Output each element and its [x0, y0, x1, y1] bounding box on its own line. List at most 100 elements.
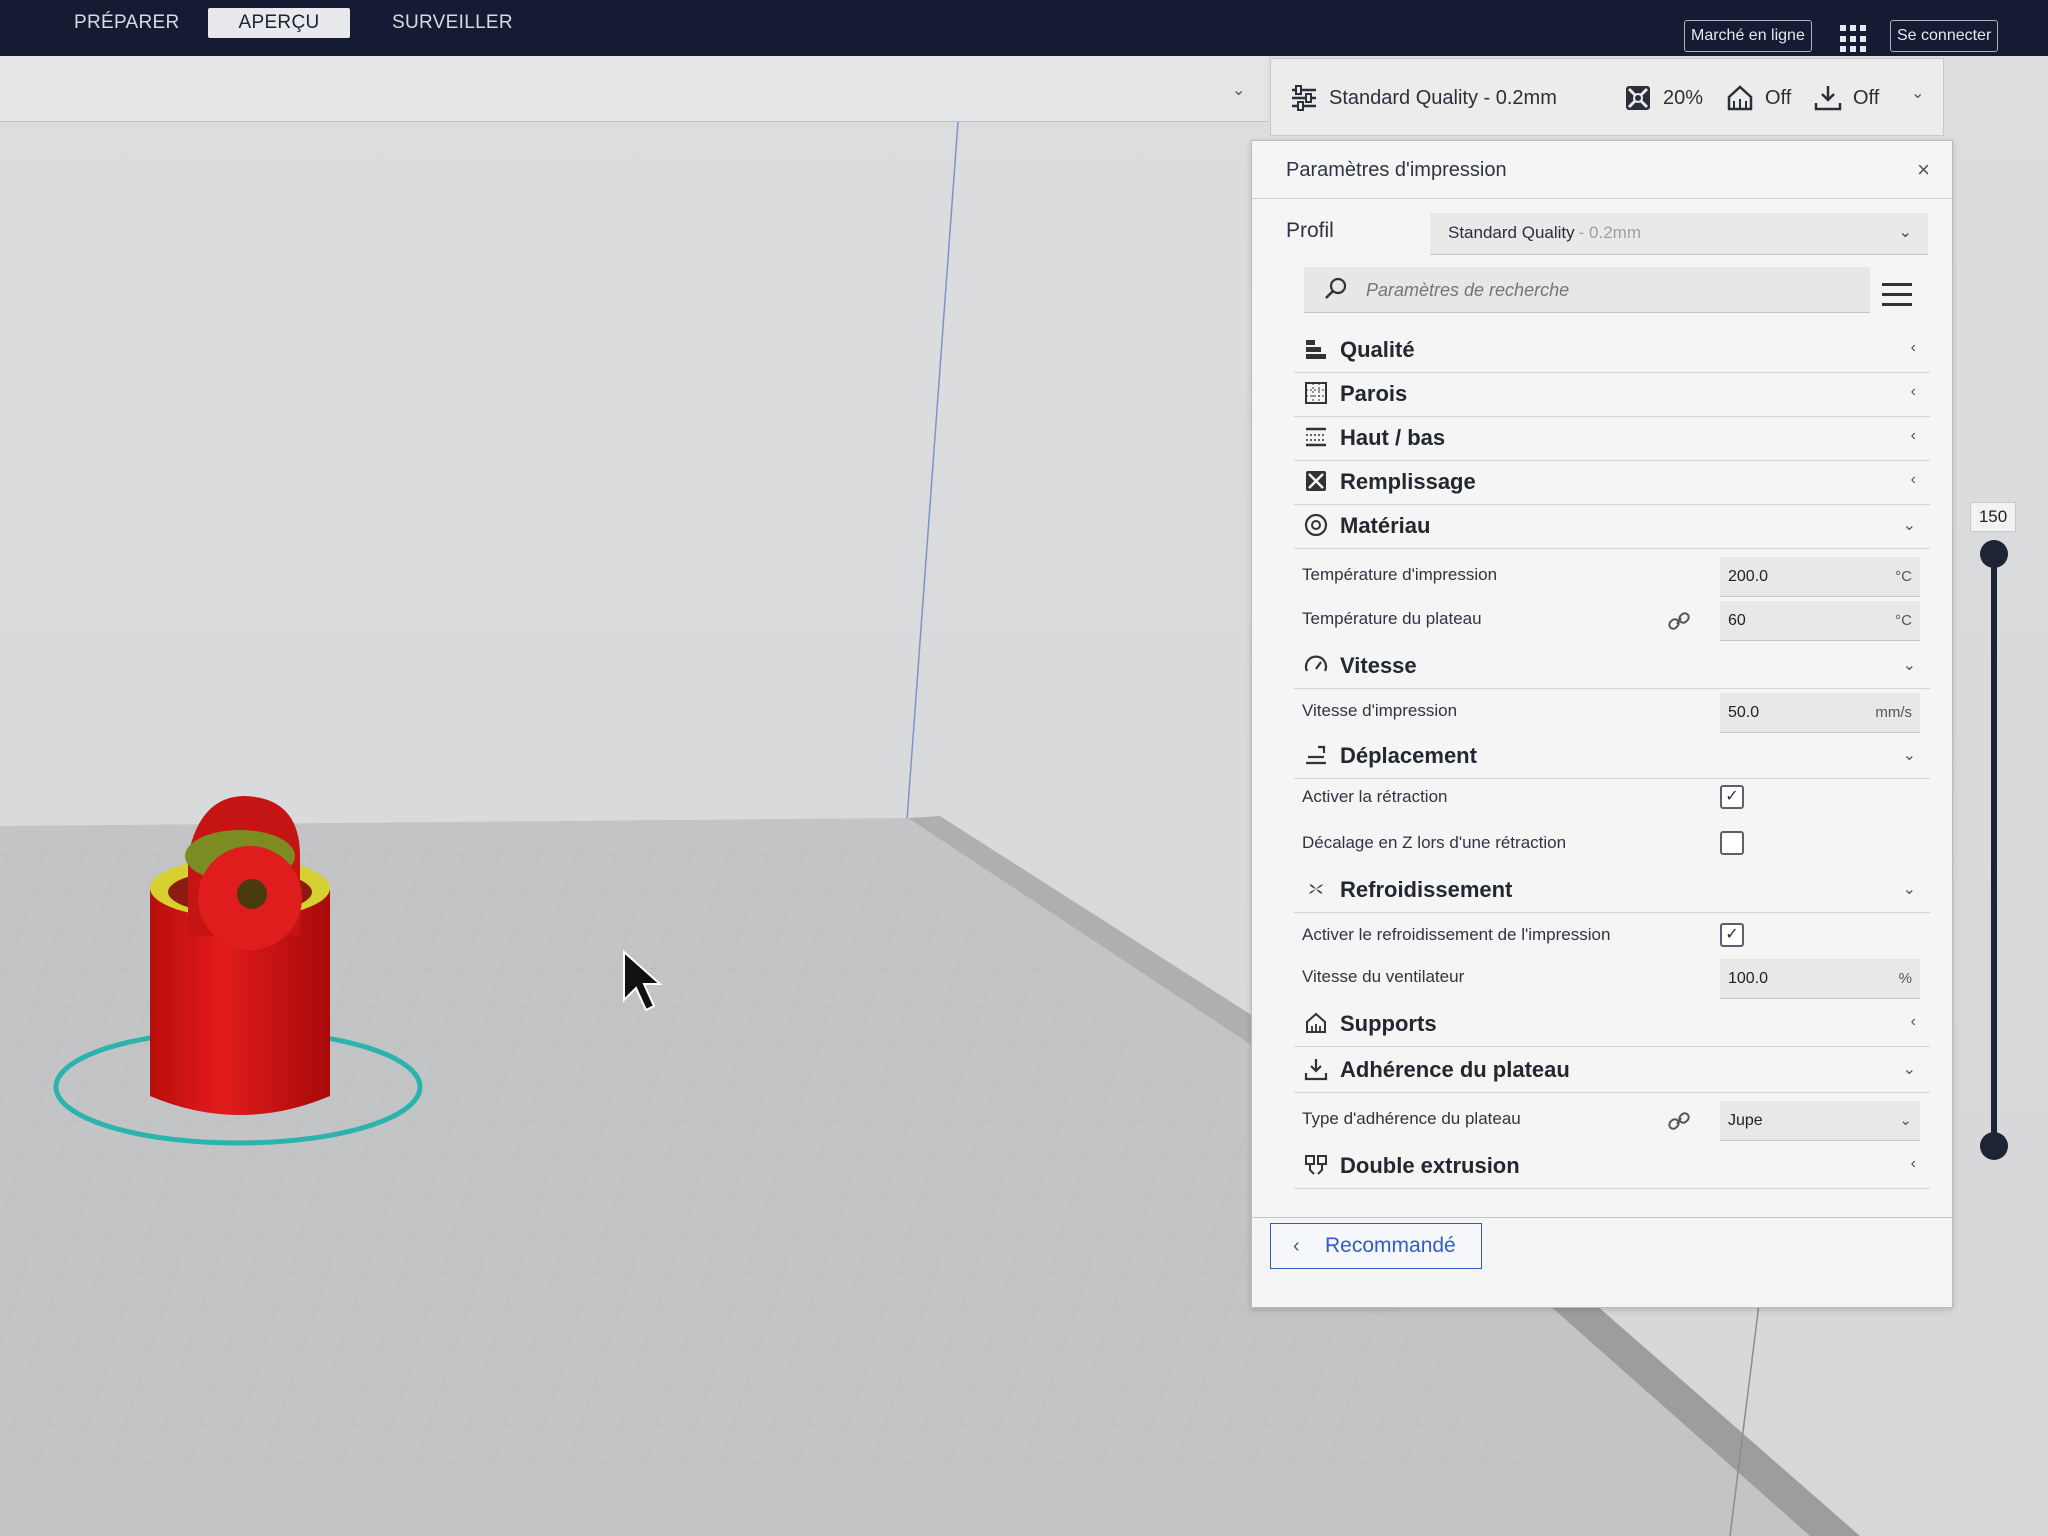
layer-slider-track[interactable]: [1991, 552, 1997, 1152]
tab-prepare[interactable]: PRÉPARER: [58, 8, 196, 38]
section-adhesion[interactable]: Adhérence du plateau ⌄: [1294, 1049, 1930, 1093]
setting-adhesion-type: Type d'adhérence du plateau Jupe ⌄: [1302, 1101, 1930, 1141]
recommended-button[interactable]: ‹ Recommandé: [1270, 1223, 1482, 1269]
chevron-down-icon[interactable]: ⌄: [1232, 80, 1245, 100]
cooling-icon: [1309, 884, 1323, 894]
section-title: Adhérence du plateau: [1340, 1057, 1570, 1082]
setting-z-hop: Décalage en Z lors d'une rétraction: [1302, 825, 1930, 865]
walls-icon: [1305, 382, 1327, 404]
profile-value: Standard Quality: [1448, 223, 1575, 242]
z-hop-checkbox[interactable]: [1720, 831, 1744, 855]
print-setup-bar[interactable]: Standard Quality - 0.2mm 20% Off Off ⌄: [1270, 58, 1944, 136]
search-icon: [1325, 277, 1347, 299]
object-toolbar: [0, 56, 1268, 122]
bed-temperature-field[interactable]: 60 °C: [1720, 601, 1920, 641]
panel-title: Paramètres d'impression: [1286, 159, 1507, 181]
section-title: Supports: [1340, 1011, 1437, 1036]
chevron-left-icon: ‹: [1910, 339, 1916, 356]
top-bottom-icon: [1306, 427, 1326, 447]
setting-label: Activer la rétraction: [1302, 787, 1448, 806]
settings-sliders-icon: [1292, 85, 1316, 111]
travel-icon: [1306, 745, 1326, 765]
setting-label: Température d'impression: [1302, 565, 1498, 584]
profile-sub: - 0.2mm: [1578, 223, 1641, 242]
search-field[interactable]: [1304, 267, 1870, 313]
section-support[interactable]: Supports ‹: [1294, 1003, 1930, 1047]
section-infill[interactable]: Remplissage ‹: [1294, 461, 1930, 505]
adhesion-value: Off: [1853, 86, 1880, 109]
menu-icon[interactable]: [1882, 283, 1912, 309]
retraction-checkbox[interactable]: ✓: [1720, 785, 1744, 809]
tab-preview[interactable]: APERÇU: [208, 8, 350, 38]
chevron-left-icon: ‹: [1910, 1155, 1916, 1172]
section-speed[interactable]: Vitesse ⌄: [1294, 645, 1930, 689]
field-value: 200.0: [1728, 568, 1769, 585]
chevron-down-icon: ⌄: [1902, 657, 1916, 674]
section-title: Qualité: [1340, 337, 1415, 362]
chevron-down-icon: ⌄: [1898, 224, 1912, 241]
chevron-down-icon: ⌄: [1899, 1112, 1912, 1129]
field-unit: %: [1898, 970, 1912, 987]
field-value: Jupe: [1728, 1112, 1763, 1129]
chevron-down-icon: ⌄: [1902, 747, 1916, 764]
setting-label: Température du plateau: [1302, 609, 1482, 628]
section-title: Parois: [1340, 381, 1408, 406]
print-temperature-field[interactable]: 200.0 °C: [1720, 557, 1920, 597]
field-value: 100.0: [1728, 970, 1769, 987]
support-icon: [1306, 1012, 1326, 1033]
chevron-down-icon: ⌄: [1902, 517, 1916, 534]
setting-label: Type d'adhérence du plateau: [1302, 1109, 1521, 1128]
setting-label: Activer le refroidissement de l'impressi…: [1302, 925, 1611, 944]
adhesion-icon: [1304, 1059, 1328, 1081]
search-input[interactable]: [1366, 273, 1846, 307]
section-walls[interactable]: Parois ‹: [1294, 373, 1930, 417]
section-top-bottom[interactable]: Haut / bas ‹: [1294, 417, 1930, 461]
field-unit: °C: [1895, 568, 1912, 585]
print-settings-panel: Paramètres d'impression × Profil Standar…: [1251, 140, 1953, 1308]
link-icon[interactable]: [1666, 609, 1692, 633]
chevron-left-icon: ‹: [1910, 383, 1916, 400]
speed-icon: [1304, 655, 1328, 672]
field-value: 60: [1728, 612, 1746, 629]
chevron-down-icon: ⌄: [1902, 1061, 1916, 1078]
section-cooling[interactable]: Refroidissement ⌄: [1294, 869, 1930, 913]
section-travel[interactable]: Déplacement ⌄: [1294, 735, 1930, 779]
section-material[interactable]: Matériau ⌄: [1294, 505, 1930, 549]
chevron-left-icon: ‹: [1910, 1013, 1916, 1030]
profile-select[interactable]: Standard Quality - 0.2mm ⌄: [1430, 213, 1928, 255]
chevron-left-icon: ‹: [1910, 471, 1916, 488]
section-title: Déplacement: [1340, 743, 1477, 768]
print-speed-field[interactable]: 50.0 mm/s: [1720, 693, 1920, 733]
setting-label: Vitesse du ventilateur: [1302, 967, 1465, 986]
fan-speed-field[interactable]: 100.0%: [1720, 959, 1920, 999]
layer-slider-bottom-handle[interactable]: [1980, 1132, 2008, 1160]
signin-button[interactable]: Se connecter: [1890, 20, 1999, 52]
section-title: Matériau: [1340, 513, 1431, 538]
layer-value-badge[interactable]: 150: [1970, 502, 2016, 532]
cooling-checkbox[interactable]: ✓: [1720, 923, 1744, 947]
section-dual-extrusion[interactable]: Double extrusion ‹: [1294, 1145, 1930, 1189]
apps-grid-icon[interactable]: [1840, 25, 1868, 53]
recommended-label: Recommandé: [1325, 1234, 1456, 1257]
field-unit: °C: [1895, 612, 1912, 629]
layer-slider-top-handle[interactable]: [1980, 540, 2008, 568]
dual-extrusion-icon: [1305, 1155, 1327, 1175]
chevron-down-icon[interactable]: ⌄: [1911, 83, 1924, 103]
chevron-left-icon: ‹: [1910, 427, 1916, 444]
adhesion-type-select[interactable]: Jupe ⌄: [1720, 1101, 1920, 1141]
chevron-down-icon: ⌄: [1902, 881, 1916, 898]
tab-monitor[interactable]: SURVEILLER: [376, 8, 529, 38]
link-icon[interactable]: [1666, 1109, 1692, 1133]
section-title: Double extrusion: [1340, 1153, 1520, 1178]
close-icon[interactable]: ×: [1917, 157, 1930, 183]
adhesion-icon: [1814, 86, 1842, 111]
section-title: Haut / bas: [1340, 425, 1446, 450]
marketplace-button[interactable]: Marché en ligne: [1684, 20, 1812, 52]
section-quality[interactable]: Qualité ‹: [1294, 329, 1930, 373]
profile-label: Profil: [1286, 219, 1334, 242]
setting-retraction: Activer la rétraction ✓: [1302, 779, 1930, 819]
infill-icon: [1306, 471, 1326, 491]
section-title: Refroidissement: [1340, 877, 1513, 902]
section-title: Vitesse: [1340, 653, 1417, 678]
infill-icon: [1626, 86, 1650, 110]
